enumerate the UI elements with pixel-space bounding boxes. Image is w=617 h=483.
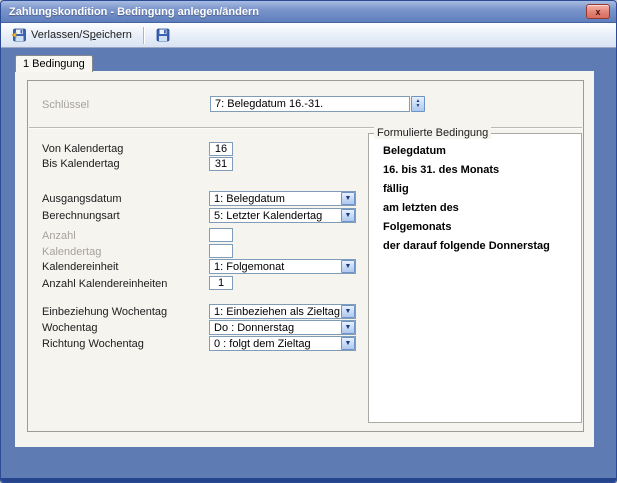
formulated-line: 16. bis 31. des Monats [383,161,575,180]
chevron-down-icon: ▼ [341,260,355,273]
close-icon: x [595,7,600,17]
berechnungsart-label: Berechnungsart [42,210,120,222]
chevron-down-icon: ▼ [341,337,355,350]
von-kalendertag-label: Von Kalendertag [42,143,123,155]
close-button[interactable]: x [586,4,610,19]
wochentag-dropdown[interactable]: Do : Donnerstag ▼ [209,320,356,335]
formulated-lines: Belegdatum 16. bis 31. des Monats fällig… [383,142,575,256]
title-bar: Zahlungskondition - Bedingung anlegen/än… [1,1,616,23]
save-exit-floppy-icon [11,27,27,43]
tab-bedingung[interactable]: 1 Bedingung [15,55,93,72]
einbeziehung-wochentag-dropdown[interactable]: 1: Einbeziehen als Zieltag ▼ [209,304,356,319]
berechnungsart-dropdown[interactable]: 5: Letzter Kalendertag ▼ [209,208,356,223]
kalendereinheit-dropdown[interactable]: 1: Folgemonat ▼ [209,259,356,274]
kalendertag-input[interactable] [209,244,233,258]
schluessel-spinner[interactable]: ▲ ▼ [411,96,425,112]
save-floppy-icon [155,27,171,43]
section-separator [29,127,582,129]
formulated-line: Belegdatum [383,142,575,161]
kalendertag-label: Kalendertag [42,246,101,258]
save-exit-button[interactable]: Verlassen/Speichern [5,25,138,46]
save-button[interactable] [149,25,177,46]
wochentag-label: Wochentag [42,322,97,334]
anzahl-kalendereinheiten-label: Anzahl Kalendereinheiten [42,278,167,290]
kalendereinheit-label: Kalendereinheit [42,261,118,273]
groupbox-title: Formulierte Bedingung [374,127,491,139]
formulated-line: am letzten des [383,199,575,218]
dialog-window: Zahlungskondition - Bedingung anlegen/än… [0,0,617,483]
formulated-line: fällig [383,180,575,199]
save-exit-label: Verlassen/Speichern [31,29,132,41]
einbeziehung-wochentag-label: Einbeziehung Wochentag [42,306,167,318]
formulated-line: der darauf folgende Donnerstag [383,237,575,256]
richtung-wochentag-dropdown[interactable]: 0 : folgt dem Zieltag ▼ [209,336,356,351]
schluessel-label: Schlüssel [42,99,89,111]
schluessel-combo[interactable]: 7: Belegdatum 16.-31. [210,96,410,112]
chevron-down-icon: ▼ [341,321,355,334]
tab-label: 1 Bedingung [23,58,85,70]
ausgangsdatum-label: Ausgangsdatum [42,193,122,205]
anzahl-input[interactable] [209,228,233,242]
chevron-down-icon: ▼ [341,192,355,205]
schluessel-value: 7: Belegdatum 16.-31. [215,98,323,110]
toolbar-separator [143,27,144,44]
ausgangsdatum-dropdown[interactable]: 1: Belegdatum ▼ [209,191,356,206]
formulierte-bedingung-groupbox: Formulierte Bedingung Belegdatum 16. bis… [368,133,582,423]
spinner-down-icon: ▼ [416,104,421,110]
content-panel: Schlüssel 7: Belegdatum 16.-31. ▲ ▼ Von … [15,71,594,447]
chevron-down-icon: ▼ [341,209,355,222]
anzahl-kalendereinheiten-input[interactable]: 1 [209,276,233,290]
window-title: Zahlungskondition - Bedingung anlegen/än… [1,6,259,18]
anzahl-label: Anzahl [42,230,76,242]
chevron-down-icon: ▼ [341,305,355,318]
form-area: Schlüssel 7: Belegdatum 16.-31. ▲ ▼ Von … [27,80,584,432]
bis-kalendertag-input[interactable]: 31 [209,157,233,171]
bis-kalendertag-label: Bis Kalendertag [42,158,120,170]
toolbar: Verlassen/Speichern [1,23,616,48]
formulated-line: Folgemonats [383,218,575,237]
window-bottom-edge [1,478,616,482]
von-kalendertag-input[interactable]: 16 [209,142,233,156]
richtung-wochentag-label: Richtung Wochentag [42,338,144,350]
